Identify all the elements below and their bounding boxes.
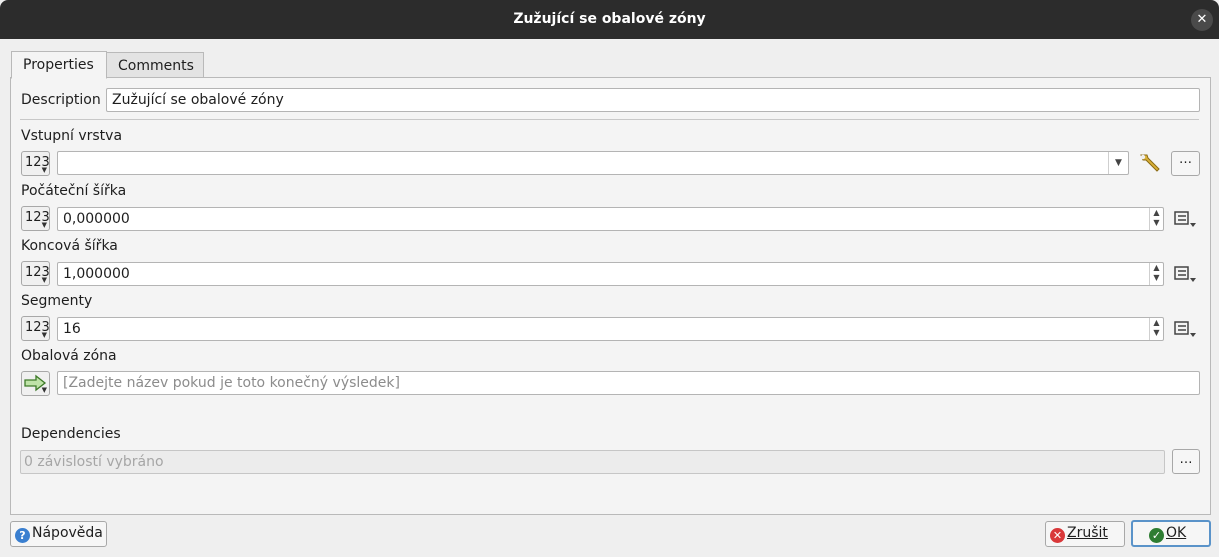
input-layer-combo[interactable]: ▼: [57, 151, 1129, 175]
more-label: …: [1179, 452, 1193, 467]
spin-arrows-icon[interactable]: ▲ ▼: [1149, 208, 1163, 230]
cancel-button[interactable]: ✕ Zrušit: [1045, 521, 1125, 547]
description-field[interactable]: Zužující se obalové zóny: [106, 88, 1200, 112]
data-defined-override-icon[interactable]: [1172, 318, 1198, 340]
window-title: Zužující se obalové zóny: [513, 11, 706, 27]
end-width-value: 1,000000: [63, 266, 130, 282]
help-button[interactable]: ? Nápověda: [10, 521, 107, 547]
ok-button-label: OK: [1166, 525, 1187, 541]
separator: [20, 119, 1199, 120]
help-icon: ?: [15, 528, 30, 543]
tab-properties[interactable]: Properties: [11, 51, 107, 79]
chevron-down-icon: ▼: [41, 221, 47, 229]
start-width-label: Počáteční šířka: [21, 183, 127, 199]
end-width-type-button[interactable]: 123 ▼: [21, 261, 50, 286]
output-name-placeholder: [Zadejte název pokud je toto konečný výs…: [63, 375, 400, 391]
wrench-icon[interactable]: [1137, 152, 1163, 174]
segments-label: Segmenty: [21, 293, 93, 309]
data-defined-override-icon[interactable]: [1172, 263, 1198, 285]
tab-comments[interactable]: Comments: [106, 52, 204, 78]
ok-button[interactable]: ✓ OK: [1131, 520, 1211, 547]
output-name-field[interactable]: [Zadejte název pokud je toto konečný výs…: [57, 371, 1200, 395]
output-type-button[interactable]: ▼: [21, 371, 50, 396]
input-layer-type-button[interactable]: 123 ▼: [21, 151, 50, 176]
more-label: …: [1179, 152, 1192, 167]
chevron-down-icon: ▼: [41, 276, 47, 284]
cancel-icon: ✕: [1050, 528, 1065, 543]
dependencies-field: 0 závislostí vybráno: [20, 450, 1165, 474]
spin-arrows-icon[interactable]: ▲ ▼: [1149, 318, 1163, 340]
segments-value: 16: [63, 321, 81, 337]
segments-type-button[interactable]: 123 ▼: [21, 316, 50, 341]
chevron-down-icon: ▼: [41, 386, 47, 394]
close-icon: ✕: [1196, 12, 1208, 27]
segments-spinbox[interactable]: 16 ▲ ▼: [57, 317, 1164, 341]
input-layer-more-button[interactable]: …: [1171, 151, 1200, 176]
end-width-label: Koncová šířka: [21, 238, 118, 254]
output-label: Obalová zóna: [21, 348, 117, 364]
ok-icon: ✓: [1149, 528, 1164, 543]
cancel-button-label: Zrušit: [1067, 525, 1108, 541]
start-width-type-button[interactable]: 123 ▼: [21, 206, 50, 231]
description-label: Description: [21, 92, 101, 108]
chevron-down-icon: ▼: [41, 331, 47, 339]
chevron-down-icon: ▼: [41, 166, 47, 174]
dependencies-label: Dependencies: [21, 426, 121, 442]
close-button[interactable]: ✕: [1191, 9, 1213, 31]
chevron-down-icon[interactable]: ▼: [1108, 152, 1128, 174]
data-defined-override-icon[interactable]: [1172, 208, 1198, 230]
help-button-label: Nápověda: [32, 525, 103, 541]
input-layer-label: Vstupní vrstva: [21, 128, 123, 144]
spin-arrows-icon[interactable]: ▲ ▼: [1149, 263, 1163, 285]
dependencies-select-button[interactable]: …: [1172, 449, 1200, 474]
end-width-spinbox[interactable]: 1,000000 ▲ ▼: [57, 262, 1164, 286]
title-bar: Zužující se obalové zóny ✕: [0, 0, 1219, 39]
start-width-spinbox[interactable]: 0,000000 ▲ ▼: [57, 207, 1164, 231]
start-width-value: 0,000000: [63, 211, 130, 227]
